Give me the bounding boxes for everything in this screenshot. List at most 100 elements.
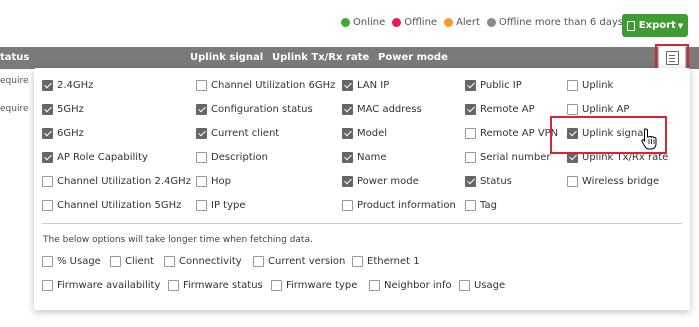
option-label: Connectivity <box>179 256 242 267</box>
legend-offline-long-label: Offline more than 6 days <box>498 17 623 28</box>
option-percent-usage[interactable]: % Usage <box>42 256 101 267</box>
checkbox[interactable] <box>196 152 207 163</box>
option-2-4ghz[interactable]: 2.4GHz <box>42 80 93 91</box>
option-label: Wireless bridge <box>582 176 660 187</box>
checkbox[interactable] <box>42 176 53 187</box>
option-firmware-status[interactable]: Firmware status <box>168 280 263 291</box>
checkbox[interactable] <box>42 152 53 163</box>
checkbox[interactable] <box>42 200 53 211</box>
option-label: Status <box>480 176 512 187</box>
option-6ghz[interactable]: 6GHz <box>42 128 84 139</box>
option-label: Current client <box>211 128 280 139</box>
checkbox[interactable] <box>465 176 476 187</box>
checkbox[interactable] <box>196 80 207 91</box>
alert-dot-icon <box>444 18 454 27</box>
checkbox[interactable] <box>465 200 476 211</box>
option-lan-ip[interactable]: LAN IP <box>342 80 389 91</box>
option-product-information[interactable]: Product information <box>342 200 456 211</box>
export-button[interactable]: Export ▼ <box>622 14 688 37</box>
option-remote-ap[interactable]: Remote AP <box>465 104 535 115</box>
column-header-power-mode[interactable]: Power mode <box>378 52 448 63</box>
option-name[interactable]: Name <box>342 152 387 163</box>
checkbox[interactable] <box>196 176 207 187</box>
option-mac-address[interactable]: MAC address <box>342 104 422 115</box>
column-header-uplink-signal[interactable]: Uplink signal <box>190 52 263 63</box>
checkbox[interactable] <box>342 80 353 91</box>
checkbox[interactable] <box>342 104 353 115</box>
checkbox[interactable] <box>459 280 470 291</box>
checkbox[interactable] <box>168 280 179 291</box>
option-label: Channel Utilization 5GHz <box>57 200 182 211</box>
option-description[interactable]: Description <box>196 152 268 163</box>
option-label: Power mode <box>357 176 419 187</box>
option-label: Firmware availability <box>57 280 161 291</box>
slow-options-note: The below options will take longer time … <box>43 235 313 245</box>
option-channel-utilization-6ghz[interactable]: Channel Utilization 6GHz <box>196 80 335 91</box>
checkbox[interactable] <box>567 80 578 91</box>
checkbox[interactable] <box>342 128 353 139</box>
option-channel-utilization-2-4ghz[interactable]: Channel Utilization 2.4GHz <box>42 176 191 187</box>
option-firmware-type[interactable]: Firmware type <box>271 280 357 291</box>
checkbox[interactable] <box>567 176 578 187</box>
option-label: Remote AP VPN <box>480 128 559 139</box>
option-current-client[interactable]: Current client <box>196 128 279 139</box>
option-tag[interactable]: Tag <box>465 200 497 211</box>
checkbox[interactable] <box>42 256 53 267</box>
option-label: Usage <box>474 280 506 291</box>
checkbox[interactable] <box>164 256 175 267</box>
file-icon <box>626 20 635 31</box>
checkbox[interactable] <box>567 104 578 115</box>
checkbox[interactable] <box>465 152 476 163</box>
option-usage[interactable]: Usage <box>459 280 505 291</box>
option-ap-role-capability[interactable]: AP Role Capability <box>42 152 148 163</box>
checkbox[interactable] <box>369 280 380 291</box>
checkbox[interactable] <box>465 104 476 115</box>
option-power-mode[interactable]: Power mode <box>342 176 419 187</box>
option-hop[interactable]: Hop <box>196 176 231 187</box>
option-uplink[interactable]: Uplink <box>567 80 613 91</box>
option-serial-number[interactable]: Serial number <box>465 152 551 163</box>
checkbox[interactable] <box>342 176 353 187</box>
option-ip-type[interactable]: IP type <box>196 200 246 211</box>
export-label: Export <box>638 20 676 31</box>
legend-offline: Offline <box>392 17 437 28</box>
checkbox[interactable] <box>342 152 353 163</box>
option-configuration-status[interactable]: Configuration status <box>196 104 313 115</box>
option-channel-utilization-5ghz[interactable]: Channel Utilization 5GHz <box>42 200 181 211</box>
option-label: Current version <box>268 256 346 267</box>
checkbox[interactable] <box>42 128 53 139</box>
checkbox[interactable] <box>342 200 353 211</box>
option-label: Neighbor info <box>384 280 452 291</box>
checkbox[interactable] <box>465 80 476 91</box>
option-model[interactable]: Model <box>342 128 387 139</box>
option-public-ip[interactable]: Public IP <box>465 80 522 91</box>
checkbox[interactable] <box>465 128 476 139</box>
option-label: 2.4GHz <box>57 80 94 91</box>
checkbox[interactable] <box>352 256 363 267</box>
checkbox[interactable] <box>271 280 282 291</box>
checkbox[interactable] <box>110 256 121 267</box>
option-uplink-ap[interactable]: Uplink AP <box>567 104 629 115</box>
option-firmware-availability[interactable]: Firmware availability <box>42 280 160 291</box>
option-remote-ap-vpn[interactable]: Remote AP VPN <box>465 128 558 139</box>
checkbox[interactable] <box>196 200 207 211</box>
column-header-status[interactable]: tatus <box>0 52 29 63</box>
option-neighbor-info[interactable]: Neighbor info <box>369 280 452 291</box>
checkbox[interactable] <box>196 104 207 115</box>
option-status[interactable]: Status <box>465 176 512 187</box>
checkbox[interactable] <box>42 80 53 91</box>
option-connectivity[interactable]: Connectivity <box>164 256 242 267</box>
checkbox[interactable] <box>42 104 53 115</box>
legend-offline-long: Offline more than 6 days <box>486 17 623 28</box>
option-client[interactable]: Client <box>110 256 154 267</box>
checkbox[interactable] <box>42 280 53 291</box>
option-current-version[interactable]: Current version <box>253 256 345 267</box>
checkbox[interactable] <box>253 256 264 267</box>
option-5ghz[interactable]: 5GHz <box>42 104 84 115</box>
option-wireless-bridge[interactable]: Wireless bridge <box>567 176 659 187</box>
column-header-uplink-rate[interactable]: Uplink Tx/Rx rate <box>272 52 369 63</box>
option-label: Uplink AP <box>582 104 630 115</box>
option-ethernet-1[interactable]: Ethernet 1 <box>352 256 420 267</box>
checkbox[interactable] <box>196 128 207 139</box>
option-label: IP type <box>211 200 246 211</box>
